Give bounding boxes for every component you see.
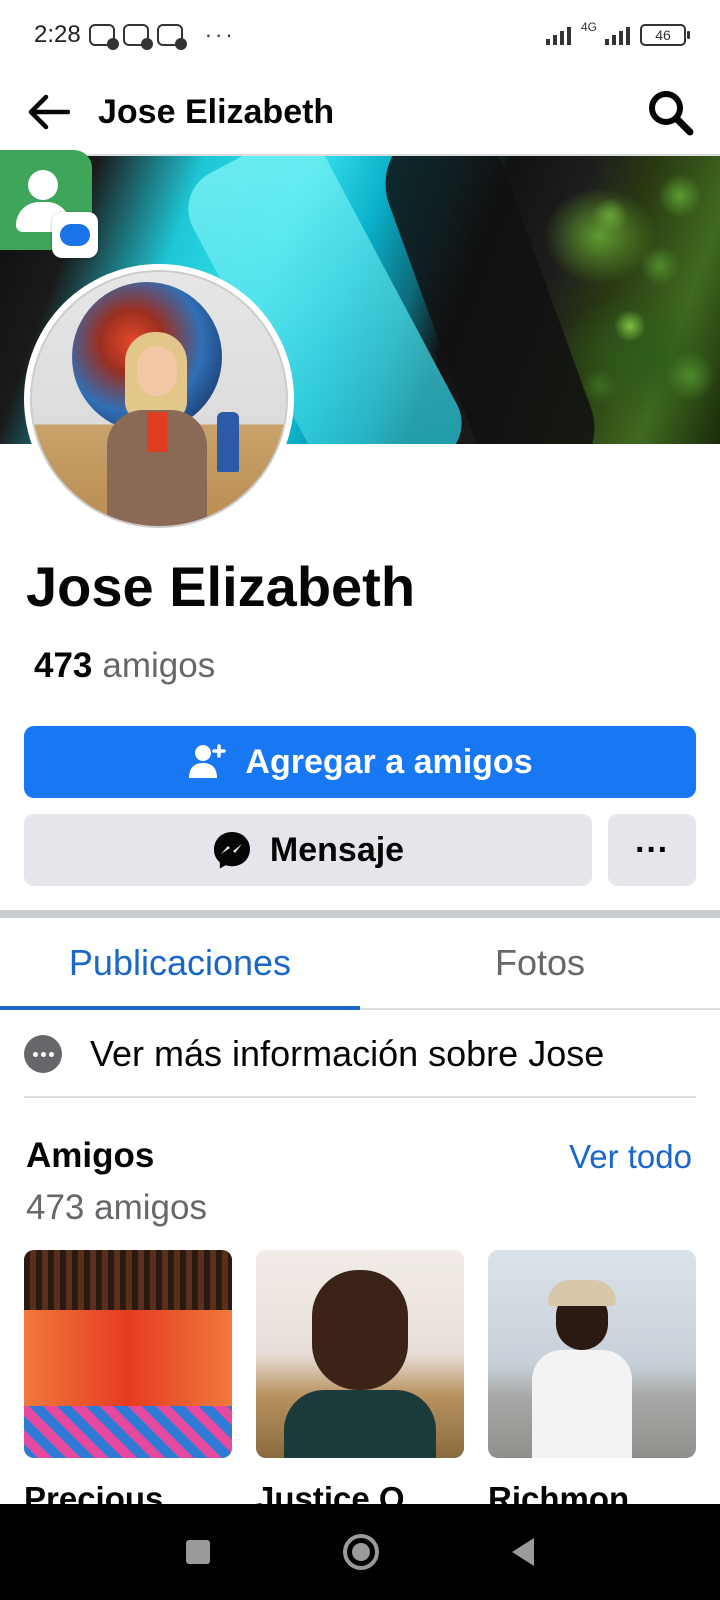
status-bar: 2:28 ··· 4G 46 (0, 0, 720, 70)
battery-icon: 46 (640, 24, 690, 46)
friend-card[interactable]: Justice O (256, 1250, 464, 1518)
person-plus-icon (187, 742, 227, 782)
back-arrow-icon[interactable] (24, 88, 72, 136)
battery-level: 46 (655, 27, 671, 43)
friend-photo[interactable] (488, 1250, 696, 1458)
profile-avatar[interactable] (24, 264, 294, 534)
top-app-bar: Jose Elizabeth (0, 70, 720, 156)
friend-photo[interactable] (256, 1250, 464, 1458)
profile-name: Jose Elizabeth (26, 555, 416, 618)
messenger-icon (212, 830, 252, 870)
add-friend-button[interactable]: Agregar a amigos (24, 726, 696, 798)
see-all-friends-link[interactable]: Ver todo (569, 1138, 692, 1176)
more-circle-icon (24, 1035, 62, 1073)
system-nav-bar (0, 1504, 720, 1600)
notification-icons (88, 24, 187, 50)
message-label: Mensaje (269, 830, 405, 869)
status-time: 2:28 (34, 21, 81, 48)
friend-photo[interactable] (24, 1250, 232, 1458)
tab-publicaciones[interactable]: Publicaciones (0, 918, 360, 1010)
chat-notification-icon (122, 24, 153, 50)
signal-icon (605, 25, 630, 45)
network-type: 4G (580, 20, 597, 34)
more-info-text: Ver más información sobre Jose (90, 1033, 605, 1074)
signal-icon (545, 25, 571, 45)
search-icon[interactable] (644, 86, 696, 138)
chat-notification-icon (156, 24, 187, 50)
more-options-label: ··· (635, 830, 669, 869)
friends-section-count: 473 amigos (26, 1188, 207, 1227)
chat-notification-icon (88, 24, 119, 50)
friends-section-title: Amigos (26, 1136, 155, 1175)
more-info-row[interactable]: Ver más información sobre Jose (24, 1012, 696, 1098)
section-divider (0, 910, 720, 918)
message-button[interactable]: Mensaje (24, 814, 592, 886)
recent-apps-icon[interactable] (186, 1540, 211, 1564)
message-bubble-icon (52, 212, 98, 258)
profile-tabs: Publicaciones Fotos (0, 918, 720, 1010)
home-icon[interactable] (342, 1534, 379, 1570)
friends-count-line[interactable]: 473 amigos (34, 646, 215, 686)
friends-label: amigos (102, 646, 216, 685)
friend-card[interactable]: Richmon (488, 1250, 696, 1518)
friend-card[interactable]: Precious (24, 1250, 232, 1518)
tab-fotos[interactable]: Fotos (360, 918, 720, 1008)
add-friend-label: Agregar a amigos (245, 742, 533, 781)
friends-count: 473 (34, 646, 93, 685)
status-indicators: 4G 46 (545, 20, 690, 46)
more-notifications-icon: ··· (204, 22, 236, 47)
contacts-app-icon[interactable] (0, 150, 98, 258)
more-options-button[interactable]: ··· (608, 814, 696, 886)
back-triangle-icon[interactable] (511, 1538, 534, 1566)
page-title: Jose Elizabeth (98, 92, 335, 131)
